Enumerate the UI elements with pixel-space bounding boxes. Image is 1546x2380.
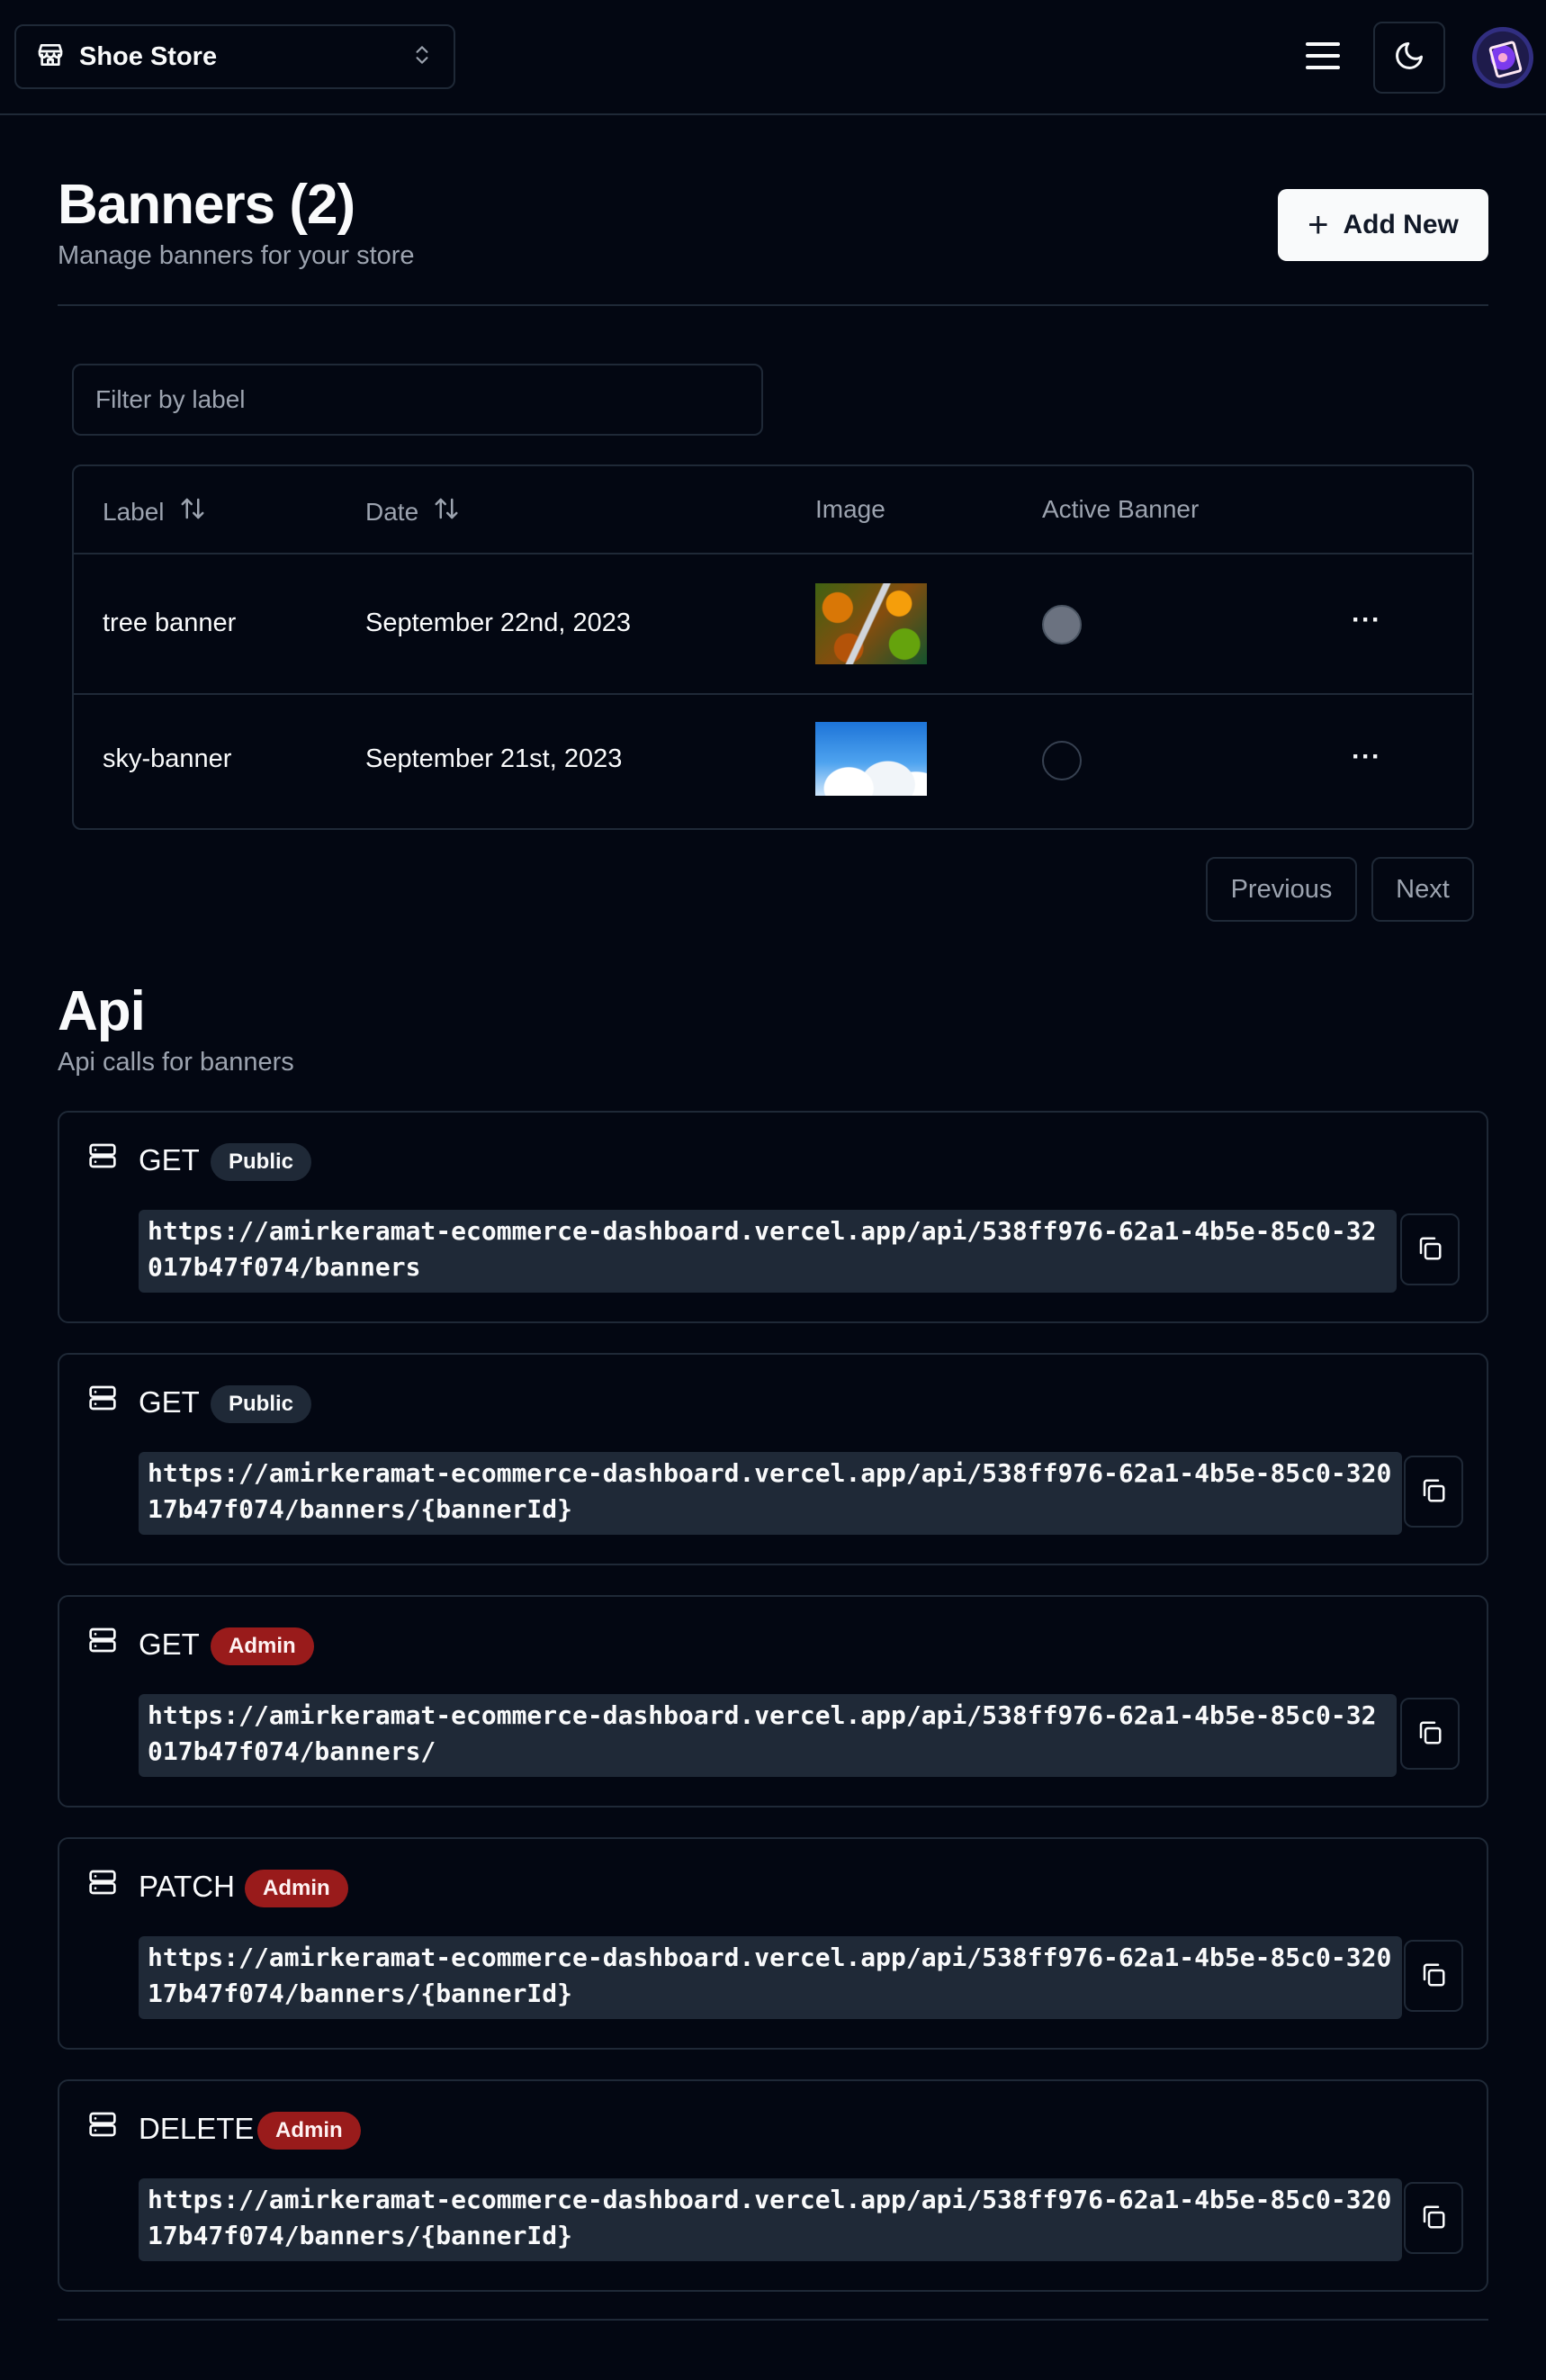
api-method: GET <box>139 1627 200 1661</box>
page-title: Banners (2) <box>58 174 355 236</box>
api-call-card: GET Admin https://amirkeramat-ecommerce-… <box>58 1595 1488 1808</box>
api-url: https://amirkeramat-ecommerce-dashboard.… <box>139 1694 1397 1777</box>
copy-icon <box>1416 1235 1443 1265</box>
user-avatar[interactable] <box>1472 27 1533 88</box>
column-header-active-banner: Active Banner <box>1042 495 1200 523</box>
copy-button[interactable] <box>1400 1213 1460 1285</box>
previous-page-button[interactable]: Previous <box>1206 857 1357 922</box>
filter-placeholder: Filter by label <box>95 385 246 413</box>
menu-icon <box>1305 41 1341 76</box>
api-method: PATCH <box>139 1870 235 1903</box>
store-name: Shoe Store <box>79 41 218 71</box>
table-row: sky-banner September 21st, 2023 ··· <box>74 695 1472 830</box>
menu-button[interactable] <box>1296 34 1350 81</box>
more-horizontal-icon[interactable]: ··· <box>1352 605 1381 636</box>
access-badge: Public <box>211 1385 312 1423</box>
moon-icon <box>1393 40 1425 77</box>
banner-image <box>815 722 927 796</box>
api-url: https://amirkeramat-ecommerce-dashboard.… <box>139 2178 1402 2261</box>
add-new-label: Add New <box>1343 210 1459 239</box>
table-header: Label Date Image Active Banner <box>74 466 1472 554</box>
access-badge: Admin <box>245 1870 348 1907</box>
server-icon <box>88 1868 117 1901</box>
page-subtitle: Manage banners for your store <box>58 241 415 270</box>
table-row: tree banner September 22nd, 2023 ··· <box>74 554 1472 695</box>
sort-icon <box>179 495 206 528</box>
api-url: https://amirkeramat-ecommerce-dashboard.… <box>139 1936 1402 2019</box>
api-title: Api <box>58 980 146 1042</box>
copy-icon <box>1420 1961 1447 1991</box>
copy-button[interactable] <box>1404 1456 1463 1528</box>
access-badge: Public <box>211 1143 312 1181</box>
api-url: https://amirkeramat-ecommerce-dashboard.… <box>139 1452 1402 1535</box>
server-icon <box>88 1626 117 1659</box>
row-date: September 22nd, 2023 <box>365 609 632 637</box>
api-url: https://amirkeramat-ecommerce-dashboard.… <box>139 1210 1397 1293</box>
store-icon <box>36 41 65 74</box>
store-switcher[interactable]: Shoe Store <box>14 24 455 89</box>
copy-icon <box>1416 1719 1443 1749</box>
more-horizontal-icon[interactable]: ··· <box>1352 742 1381 772</box>
column-header-label[interactable]: Label <box>103 495 206 528</box>
api-call-card: GET Public https://amirkeramat-ecommerce… <box>58 1353 1488 1565</box>
banner-image <box>815 583 927 664</box>
column-header-image: Image <box>815 495 885 523</box>
copy-button[interactable] <box>1404 2182 1463 2254</box>
api-subtitle: Api calls for banners <box>58 1048 294 1077</box>
divider <box>58 304 1488 306</box>
sort-icon <box>433 495 460 528</box>
api-call-card: GET Public https://amirkeramat-ecommerce… <box>58 1111 1488 1323</box>
active-banner-radio[interactable] <box>1042 605 1082 645</box>
column-header-date[interactable]: Date <box>365 495 460 528</box>
copy-icon <box>1420 2204 1447 2233</box>
api-method: DELETE <box>139 2112 255 2145</box>
row-label: sky-banner <box>103 744 232 773</box>
api-call-card: PATCH Admin https://amirkeramat-ecommerc… <box>58 1837 1488 2050</box>
api-method: GET <box>139 1385 200 1419</box>
filter-input[interactable]: Filter by label <box>72 364 763 436</box>
divider <box>58 2319 1488 2321</box>
copy-button[interactable] <box>1404 1940 1463 2012</box>
chevrons-up-down-icon <box>410 43 434 71</box>
top-navbar: Shoe Store <box>0 0 1546 115</box>
plus-icon: + <box>1308 205 1329 245</box>
api-call-card: DELETE Admin https://amirkeramat-ecommer… <box>58 2079 1488 2292</box>
access-badge: Admin <box>211 1627 314 1665</box>
row-label: tree banner <box>103 609 237 637</box>
next-page-button[interactable]: Next <box>1371 857 1474 922</box>
access-badge: Admin <box>257 2112 361 2150</box>
add-new-button[interactable]: + Add New <box>1278 189 1488 261</box>
theme-toggle-button[interactable] <box>1373 22 1445 94</box>
column-label-text: Label <box>103 497 165 526</box>
server-icon <box>88 1141 117 1175</box>
column-date-text: Date <box>365 497 419 526</box>
server-icon <box>88 1384 117 1417</box>
api-method: GET <box>139 1143 200 1176</box>
row-date: September 21st, 2023 <box>365 744 623 773</box>
banners-table: Label Date Image Active Banner tree bann… <box>72 464 1474 830</box>
active-banner-radio[interactable] <box>1042 741 1082 780</box>
server-icon <box>88 2110 117 2143</box>
copy-icon <box>1420 1477 1447 1507</box>
copy-button[interactable] <box>1400 1698 1460 1770</box>
